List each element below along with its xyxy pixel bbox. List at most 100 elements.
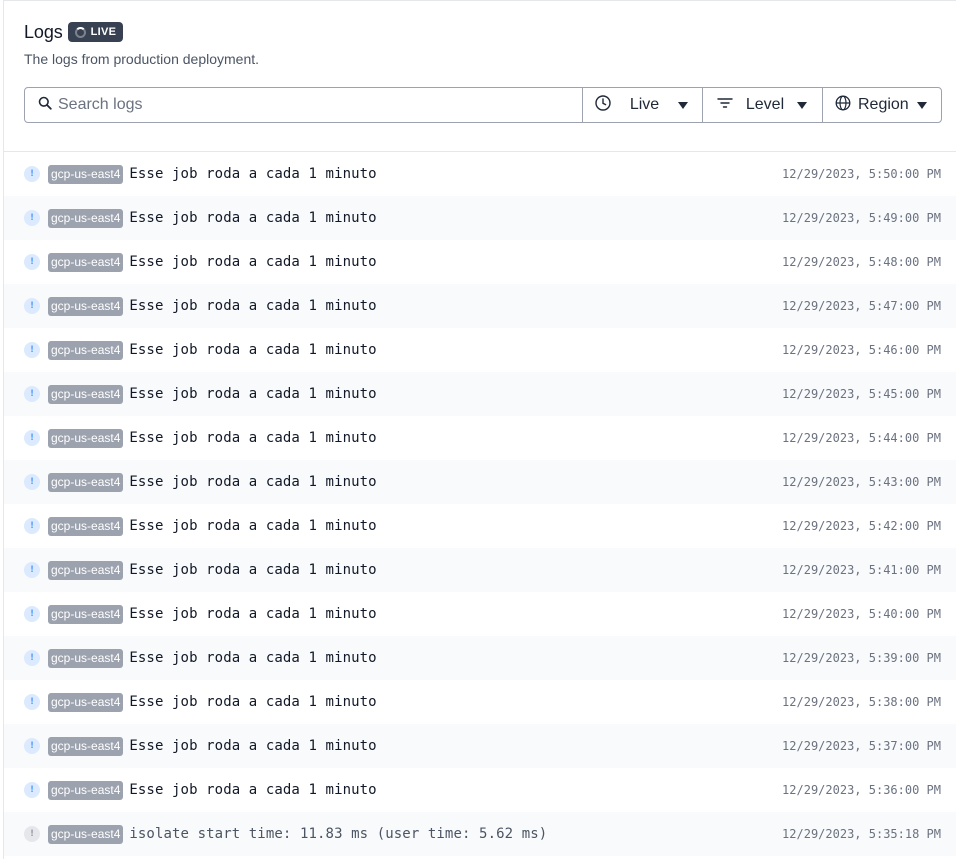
log-timestamp: 12/29/2023, 5:50:00 PM [782, 167, 941, 181]
info-icon: ! [24, 210, 40, 226]
live-badge: LIVE [67, 22, 124, 42]
page-title: Logs [24, 21, 63, 42]
level-filter-dropdown[interactable]: Level [703, 88, 823, 122]
info-icon: ! [24, 474, 40, 490]
chevron-down-icon [917, 101, 927, 109]
log-message: Esse job roda a cada 1 minuto [129, 474, 377, 490]
region-tag: gcp-us-east4 [48, 472, 124, 492]
chevron-down-icon [678, 101, 688, 109]
log-message: Esse job roda a cada 1 minuto [129, 166, 377, 182]
region-tag: gcp-us-east4 [48, 208, 124, 228]
log-row[interactable]: ! gcp-us-east4 Esse job roda a cada 1 minu… [4, 636, 956, 680]
log-message: Esse job roda a cada 1 minuto [129, 210, 377, 226]
info-icon: ! [24, 694, 40, 710]
info-icon: ! [24, 254, 40, 270]
info-icon: ! [24, 738, 40, 754]
region-filter-label: Region [858, 96, 909, 113]
time-filter-dropdown[interactable]: Live [583, 88, 703, 122]
log-row[interactable]: ! gcp-us-east4 Esse job roda a cada 1 minu… [4, 328, 956, 372]
region-tag: gcp-us-east4 [48, 340, 124, 360]
log-row[interactable]: ! gcp-us-east4 Esse job roda a cada 1 minu… [4, 504, 956, 548]
clock-icon [595, 94, 611, 116]
log-message: Esse job roda a cada 1 minuto [129, 650, 377, 666]
log-timestamp: 12/29/2023, 5:41:00 PM [782, 563, 941, 577]
log-message: Esse job roda a cada 1 minuto [129, 254, 377, 270]
info-icon: ! [24, 650, 40, 666]
filter-icon [717, 96, 733, 115]
log-row[interactable]: ! gcp-us-east4 Esse job roda a cada 1 minu… [4, 724, 956, 768]
time-filter-label: Live [629, 96, 660, 113]
log-timestamp: 12/29/2023, 5:43:00 PM [782, 475, 941, 489]
region-tag: gcp-us-east4 [48, 428, 124, 448]
region-tag: gcp-us-east4 [48, 736, 124, 756]
level-filter-label: Level [745, 96, 785, 113]
logs-toolbar: Live Level Region [24, 87, 942, 123]
log-row[interactable]: ! gcp-us-east4 isolate start time: 11.83 m… [4, 812, 956, 856]
log-row[interactable]: ! gcp-us-east4 Esse job roda a cada 1 minu… [4, 768, 956, 812]
log-message: isolate start time: 11.83 ms (user time:… [129, 826, 548, 842]
info-icon: ! [24, 826, 40, 842]
log-row[interactable]: ! gcp-us-east4 Esse job roda a cada 1 minu… [4, 284, 956, 328]
region-tag: gcp-us-east4 [48, 384, 124, 404]
log-timestamp: 12/29/2023, 5:35:18 PM [782, 827, 941, 841]
log-row[interactable]: ! gcp-us-east4 Esse job roda a cada 1 minu… [4, 372, 956, 416]
log-timestamp: 12/29/2023, 5:44:00 PM [782, 431, 941, 445]
log-message: Esse job roda a cada 1 minuto [129, 386, 377, 402]
log-timestamp: 12/29/2023, 5:40:00 PM [782, 607, 941, 621]
globe-icon [835, 95, 851, 116]
search-icon [38, 96, 52, 115]
info-icon: ! [24, 342, 40, 358]
region-tag: gcp-us-east4 [48, 252, 124, 272]
log-row[interactable]: ! gcp-us-east4 Esse job roda a cada 1 minu… [4, 680, 956, 724]
region-tag: gcp-us-east4 [48, 560, 124, 580]
log-message: Esse job roda a cada 1 minuto [129, 694, 377, 710]
region-tag: gcp-us-east4 [48, 648, 124, 668]
info-icon: ! [24, 606, 40, 622]
log-message: Esse job roda a cada 1 minuto [129, 562, 377, 578]
logs-panel: Logs LIVE The logs from production deplo… [3, 0, 956, 859]
region-tag: gcp-us-east4 [48, 164, 124, 184]
info-icon: ! [24, 518, 40, 534]
info-icon: ! [24, 782, 40, 798]
log-message: Esse job roda a cada 1 minuto [129, 782, 377, 798]
title-row: Logs LIVE [24, 21, 956, 43]
log-row[interactable]: ! gcp-us-east4 Esse job roda a cada 1 minu… [4, 548, 956, 592]
log-timestamp: 12/29/2023, 5:36:00 PM [782, 783, 941, 797]
region-filter-dropdown[interactable]: Region [823, 88, 941, 122]
region-tag: gcp-us-east4 [48, 824, 124, 844]
log-timestamp: 12/29/2023, 5:46:00 PM [782, 343, 941, 357]
info-icon: ! [24, 298, 40, 314]
info-icon: ! [24, 562, 40, 578]
search-input[interactable] [58, 96, 558, 114]
log-timestamp: 12/29/2023, 5:48:00 PM [782, 255, 941, 269]
log-row[interactable]: ! gcp-us-east4 Esse job roda a cada 1 minu… [4, 416, 956, 460]
log-timestamp: 12/29/2023, 5:49:00 PM [782, 211, 941, 225]
log-timestamp: 12/29/2023, 5:42:00 PM [782, 519, 941, 533]
live-badge-label: LIVE [90, 26, 117, 38]
region-tag: gcp-us-east4 [48, 604, 124, 624]
log-timestamp: 12/29/2023, 5:45:00 PM [782, 387, 941, 401]
region-tag: gcp-us-east4 [48, 780, 124, 800]
log-message: Esse job roda a cada 1 minuto [129, 342, 377, 358]
log-message: Esse job roda a cada 1 minuto [129, 518, 377, 534]
page-subtitle: The logs from production deployment. [24, 51, 260, 67]
info-icon: ! [24, 430, 40, 446]
log-row[interactable]: ! gcp-us-east4 Esse job roda a cada 1 minu… [4, 240, 956, 284]
log-message: Esse job roda a cada 1 minuto [129, 298, 377, 314]
region-tag: gcp-us-east4 [48, 296, 124, 316]
info-icon: ! [24, 386, 40, 402]
log-message: Esse job roda a cada 1 minuto [129, 606, 377, 622]
log-timestamp: 12/29/2023, 5:47:00 PM [782, 299, 941, 313]
log-row[interactable]: ! gcp-us-east4 Esse job roda a cada 1 minu… [4, 196, 956, 240]
info-icon: ! [24, 166, 40, 182]
search-box [25, 88, 583, 122]
chevron-down-icon [797, 101, 807, 109]
log-row[interactable]: ! gcp-us-east4 Esse job roda a cada 1 minu… [4, 592, 956, 636]
log-timestamp: 12/29/2023, 5:38:00 PM [782, 695, 941, 709]
logs-header: Logs LIVE The logs from production deplo… [4, 1, 956, 152]
log-row[interactable]: ! gcp-us-east4 Esse job roda a cada 1 minu… [4, 152, 956, 196]
log-row[interactable]: ! gcp-us-east4 Esse job roda a cada 1 minu… [4, 460, 956, 504]
log-timestamp: 12/29/2023, 5:37:00 PM [782, 739, 941, 753]
loading-spinner-icon [74, 26, 86, 38]
region-tag: gcp-us-east4 [48, 692, 124, 712]
